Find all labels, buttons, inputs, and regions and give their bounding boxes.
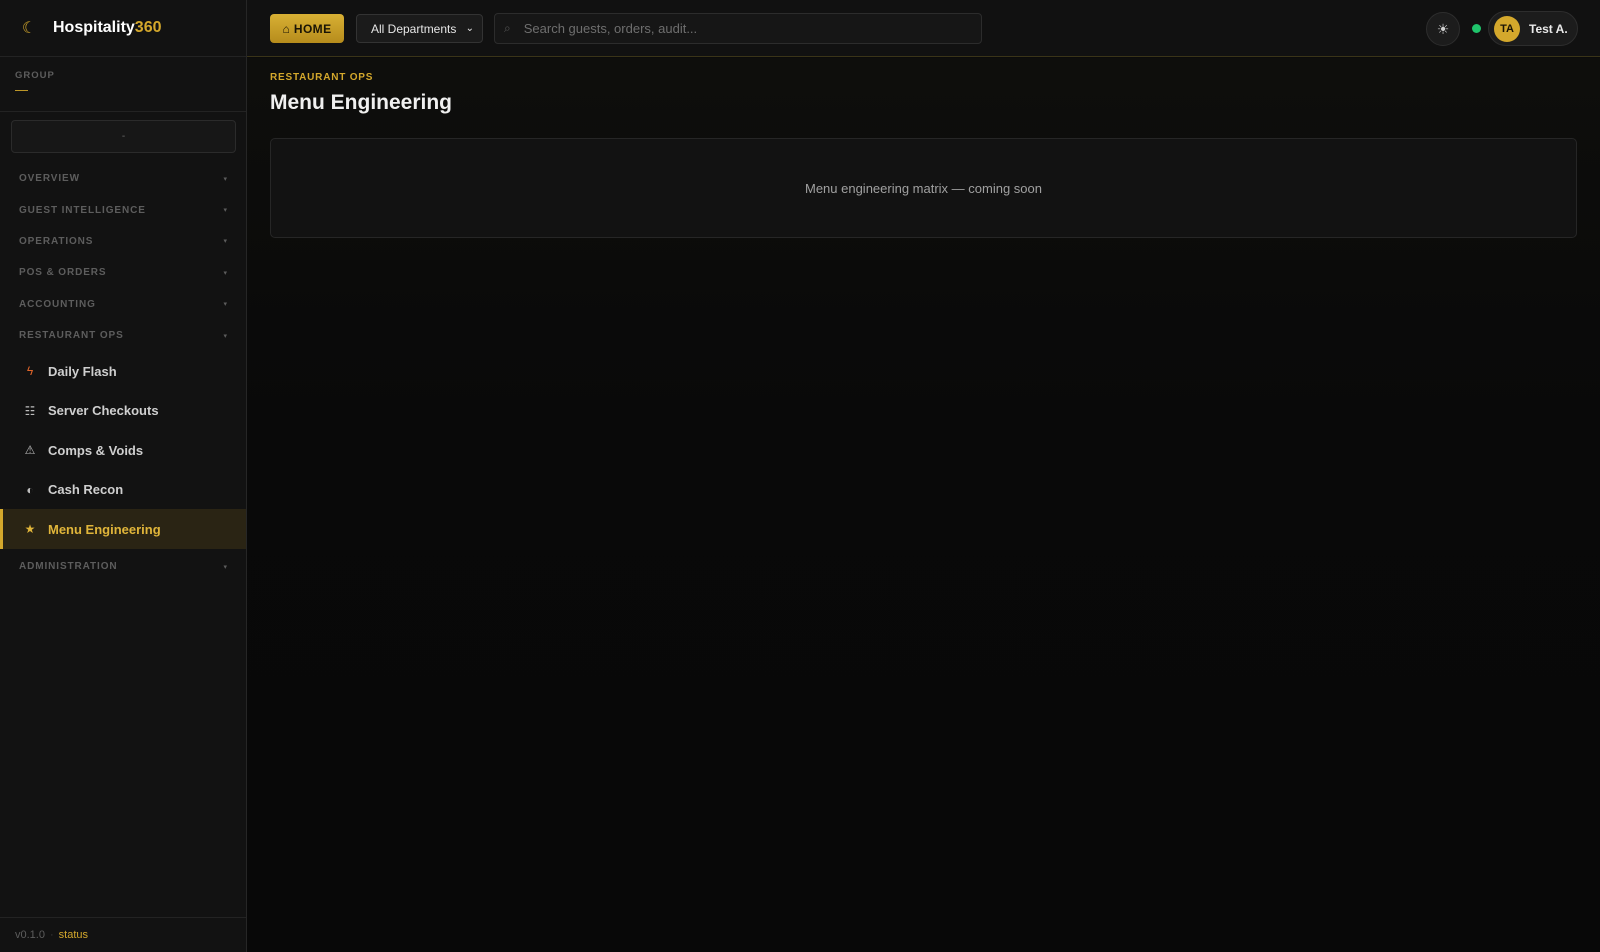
user-menu[interactable]: TA Test A. xyxy=(1488,11,1578,46)
group-value: — xyxy=(15,82,28,97)
topbar: ⌂ HOME All Departments ⌄ ⌕ ☀ TA Test A. xyxy=(247,0,1600,57)
chevron-down-icon: ▾ xyxy=(223,207,227,215)
breadcrumb: RESTAURANT OPS xyxy=(270,72,374,83)
chevron-down-icon: ▾ xyxy=(223,332,227,340)
group-block: GROUP — xyxy=(0,57,246,112)
nav-section-restaurant-ops[interactable]: RESTAURANT OPS ▾ xyxy=(0,320,246,351)
star-icon: ★ xyxy=(24,522,36,537)
sidebar-item-label: Menu Engineering xyxy=(48,521,161,537)
moon-logo-icon: ☾ xyxy=(21,20,37,37)
theme-toggle-button[interactable]: ☀ xyxy=(1426,12,1460,46)
version-label: v0.1.0 xyxy=(15,929,45,941)
nav-section-operations[interactable]: OPERATIONS ▾ xyxy=(0,226,246,257)
warning-icon: ⚠ xyxy=(24,443,36,458)
chevron-down-icon: ▾ xyxy=(223,301,227,309)
sun-icon: ☀ xyxy=(1436,20,1450,37)
search-input[interactable] xyxy=(523,21,954,36)
nav-section-administration[interactable]: ADMINISTRATION ▾ xyxy=(0,551,246,582)
brand-name: Hospitality360 xyxy=(53,19,162,36)
list-icon: ☷ xyxy=(24,403,36,418)
sidebar-item-server-checkouts[interactable]: ☷ Server Checkouts xyxy=(0,391,246,431)
sidebar-item-label: Cash Recon xyxy=(48,482,124,498)
sidebar-item-menu-engineering[interactable]: ★ Menu Engineering xyxy=(0,509,246,549)
half-circle-icon: ◐ xyxy=(26,482,34,497)
avatar: TA xyxy=(1494,15,1520,42)
placeholder-card: Menu engineering matrix — coming soon xyxy=(270,138,1577,238)
sidebar-item-daily-flash[interactable]: ϟ Daily Flash xyxy=(0,351,246,391)
sidebar: ☾ Hospitality360 GROUP — - OVERVIEW ▾ GU… xyxy=(0,0,247,952)
nav-section-label: OPERATIONS xyxy=(19,235,94,247)
sidebar-item-comps-voids[interactable]: ⚠ Comps & Voids xyxy=(0,430,246,470)
nav-section-label: RESTAURANT OPS xyxy=(19,330,124,342)
placeholder-text: Menu engineering matrix — coming soon xyxy=(804,180,1042,196)
sidebar-footer: v0.1.0 · status xyxy=(0,917,246,952)
nav-section-label: POS & ORDERS xyxy=(19,267,107,279)
chevron-down-icon: ▾ xyxy=(223,269,227,277)
nav-section-accounting[interactable]: ACCOUNTING ▾ xyxy=(0,289,246,320)
brand[interactable]: ☾ Hospitality360 xyxy=(0,0,246,57)
property-select[interactable]: - xyxy=(11,120,236,153)
footer-separator: · xyxy=(49,929,54,941)
nav-section-pos-orders[interactable]: POS & ORDERS ▾ xyxy=(0,257,246,288)
chevron-down-icon: ⌄ xyxy=(465,23,474,34)
nav-section-label: ADMINISTRATION xyxy=(19,561,118,573)
nav-section-overview[interactable]: OVERVIEW ▾ xyxy=(0,163,246,194)
online-status-indicator xyxy=(1472,24,1481,33)
chevron-down-icon: ▾ xyxy=(223,238,227,246)
home-button[interactable]: ⌂ HOME xyxy=(270,14,344,43)
department-select[interactable]: All Departments ⌄ xyxy=(356,14,483,43)
nav-section-label: OVERVIEW xyxy=(19,173,80,185)
sidebar-item-label: Daily Flash xyxy=(48,363,117,379)
chevron-down-icon: ▾ xyxy=(223,563,227,571)
search-icon: ⌕ xyxy=(504,21,511,35)
sidebar-item-label: Server Checkouts xyxy=(48,403,159,419)
nav-section-label: ACCOUNTING xyxy=(19,298,96,310)
sidebar-nav: OVERVIEW ▾ GUEST INTELLIGENCE ▾ OPERATIO… xyxy=(0,163,246,582)
status-link[interactable]: status xyxy=(59,929,88,941)
nav-section-guest-intelligence[interactable]: GUEST INTELLIGENCE ▾ xyxy=(0,194,246,225)
lightning-icon: ϟ xyxy=(26,364,34,379)
group-label: GROUP xyxy=(15,70,55,81)
department-select-value: All Departments xyxy=(371,21,457,36)
chevron-down-icon: ▾ xyxy=(223,175,227,183)
user-name: Test A. xyxy=(1529,21,1568,36)
sidebar-item-label: Comps & Voids xyxy=(48,442,144,458)
main-content: RESTAURANT OPS Menu Engineering Menu eng… xyxy=(247,58,1600,952)
nav-section-label: GUEST INTELLIGENCE xyxy=(19,204,146,216)
sidebar-item-cash-recon[interactable]: ◐ Cash Recon xyxy=(0,470,246,510)
search-bar[interactable]: ⌕ xyxy=(494,13,982,44)
page-title: Menu Engineering xyxy=(270,91,453,114)
